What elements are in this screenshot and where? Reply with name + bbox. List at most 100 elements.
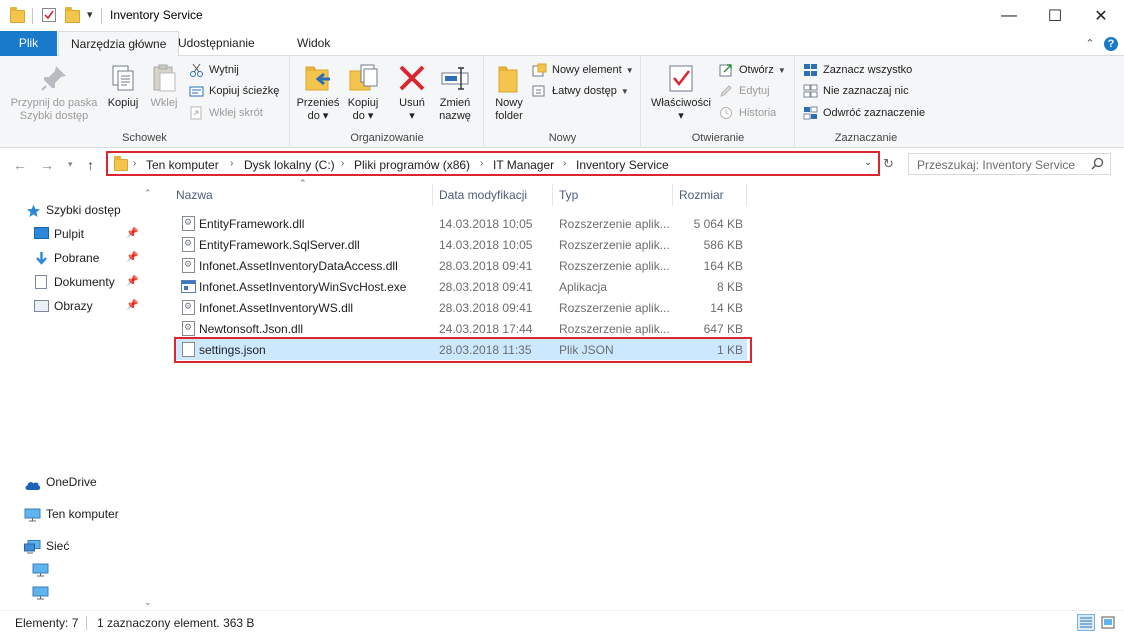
network-computer-icon[interactable] [32,586,49,603]
column-divider[interactable] [552,184,553,206]
tab-share[interactable]: Udostępnianie [166,31,267,56]
copy-label: Kopiuj [107,97,139,109]
close-button[interactable]: ✕ [1078,0,1124,31]
delete-button[interactable]: Usuń ▾ [391,60,433,123]
copy-path-label: Kopiuj ścieżkę [209,85,280,97]
nav-scrollbar[interactable]: ⌃ ⌄ [140,186,157,610]
search-input[interactable]: Przeszukaj: Inventory Service [908,153,1111,175]
details-view-icon[interactable] [1077,614,1095,631]
paste-button[interactable]: Wklej [144,60,184,110]
copy-to-button[interactable]: Kopiuj do ▾ [341,60,385,123]
crumb-separator-icon[interactable]: › [341,158,344,169]
nav-this-pc[interactable]: Ten komputer [24,503,119,525]
selection-highlight-box [174,337,752,363]
qat-dropdown-icon[interactable]: ▾ [87,8,93,21]
file-date: 28.03.2018 09:41 [439,280,533,294]
forward-arrow-icon[interactable]: → [40,157,54,173]
nav-onedrive[interactable]: OneDrive [25,471,97,493]
file-list: ⌃ Nazwa Data modyfikacji Typ Rozmiar Ent… [157,178,1124,610]
group-clipboard: Przypnij do paska Szybki dostęp Kopiuj W… [0,56,290,148]
move-to-button[interactable]: Przenieś do ▾ [295,60,341,123]
table-row[interactable]: EntityFramework.SqlServer.dll 14.03.2018… [175,234,747,255]
crumb-it-manager[interactable]: IT Manager [493,158,554,172]
move-to-icon [302,62,334,94]
nav-pictures[interactable]: Obrazy 📌 [34,295,144,317]
file-type: Rozszerzenie aplik... [559,217,670,231]
column-header-size[interactable]: Rozmiar [679,188,724,202]
easy-access-button[interactable]: Łatwy dostęp ▼ [532,81,629,101]
paste-shortcut-button[interactable]: Wklej skrót [189,103,263,123]
crumb-separator-icon[interactable]: › [133,158,136,169]
easy-access-label: Łatwy dostęp [552,85,617,97]
history-button[interactable]: Historia [719,103,776,123]
new-folder-label-2: folder [495,110,523,122]
nav-documents[interactable]: Dokumenty 📌 [34,271,144,293]
minimize-button[interactable]: — [986,0,1032,31]
address-bar[interactable]: › Ten komputer › Dysk lokalny (C:) › Pli… [106,151,880,176]
pin-quick-access-button[interactable]: Przypnij do paska Szybki dostęp [4,60,104,123]
column-header-name[interactable]: Nazwa [176,188,213,202]
properties-checkmark-icon[interactable] [42,8,56,22]
column-header-date[interactable]: Data modyfikacji [439,188,527,202]
table-row[interactable]: Infonet.AssetInventoryWS.dll 28.03.2018 … [175,297,747,318]
crumb-inventory-service[interactable]: Inventory Service [576,158,669,172]
open-button[interactable]: Otwórz ▼ [719,60,786,80]
crumb-separator-icon[interactable]: › [563,158,566,169]
nav-quick-access[interactable]: Szybki dostęp [26,199,121,221]
refresh-icon[interactable]: ↻ [883,156,894,172]
help-icon[interactable]: ? [1104,37,1118,51]
crumb-program-files[interactable]: Pliki programów (x86) [354,158,470,172]
tab-home[interactable]: Narzędzia główne [58,31,180,57]
folder-icon [10,7,25,23]
select-all-button[interactable]: Zaznacz wszystko [803,60,912,80]
status-divider [86,616,87,630]
nav-network[interactable]: Sieć [24,535,69,557]
pictures-icon [34,300,49,312]
maximize-button[interactable]: ☐ [1032,0,1078,31]
crumb-separator-icon[interactable]: › [230,158,233,169]
file-name: Infonet.AssetInventoryWS.dll [199,301,354,315]
address-dropdown-chevron-icon[interactable]: ⌄ [864,157,872,168]
cut-button[interactable]: Wytnij [189,60,239,80]
column-divider[interactable] [746,184,747,206]
scroll-up-chevron-icon[interactable]: ⌃ [144,188,152,199]
desktop-icon [34,227,49,239]
table-row[interactable]: Infonet.AssetInventoryDataAccess.dll 28.… [175,255,747,276]
column-divider[interactable] [672,184,673,206]
nav-quick-access-label: Szybki dostęp [46,203,121,217]
table-row[interactable]: Infonet.AssetInventoryWinSvcHost.exe 28.… [175,276,747,297]
address-folder-icon [114,156,128,171]
properties-button[interactable]: Właściwości ▾ [646,60,716,123]
recent-locations-chevron-icon[interactable]: ▾ [68,159,73,170]
new-folder-icon[interactable] [65,7,80,23]
back-arrow-icon[interactable]: ← [13,157,27,173]
rename-icon [439,62,471,94]
nav-desktop[interactable]: Pulpit 📌 [34,223,144,245]
large-icons-view-icon[interactable] [1099,614,1117,631]
search-icon[interactable] [1091,157,1104,173]
scroll-down-chevron-icon[interactable]: ⌄ [144,597,152,608]
column-header-type[interactable]: Typ [559,188,578,202]
crumb-this-pc[interactable]: Ten komputer [146,158,219,172]
up-arrow-icon[interactable]: ↑ [87,157,94,173]
invert-selection-button[interactable]: Odwróć zaznaczenie [803,103,925,123]
open-label: Otwórz [739,64,774,76]
network-computer-icon[interactable] [32,563,49,580]
rename-button[interactable]: Zmień nazwę [433,60,477,123]
select-none-button[interactable]: Nie zaznaczaj nic [803,81,909,101]
nav-downloads[interactable]: Pobrane 📌 [34,247,144,269]
table-row[interactable]: EntityFramework.dll 14.03.2018 10:05 Roz… [175,213,747,234]
copy-button[interactable]: Kopiuj [104,60,142,110]
table-row[interactable]: Newtonsoft.Json.dll 24.03.2018 17:44 Roz… [175,318,747,339]
tab-view[interactable]: Widok [285,31,342,56]
edit-button[interactable]: Edytuj [719,81,770,101]
search-placeholder: Przeszukaj: Inventory Service [917,158,1076,172]
tab-file[interactable]: Plik [0,31,57,56]
crumb-local-disk[interactable]: Dysk lokalny (C:) [244,158,335,172]
crumb-separator-icon[interactable]: › [480,158,483,169]
collapse-ribbon-icon[interactable]: ⌃ [1083,37,1097,51]
column-divider[interactable] [432,184,433,206]
new-folder-button[interactable]: Nowy folder [487,60,531,123]
new-item-button[interactable]: Nowy element ▼ [532,60,634,80]
copy-path-button[interactable]: Kopiuj ścieżkę [189,81,279,101]
